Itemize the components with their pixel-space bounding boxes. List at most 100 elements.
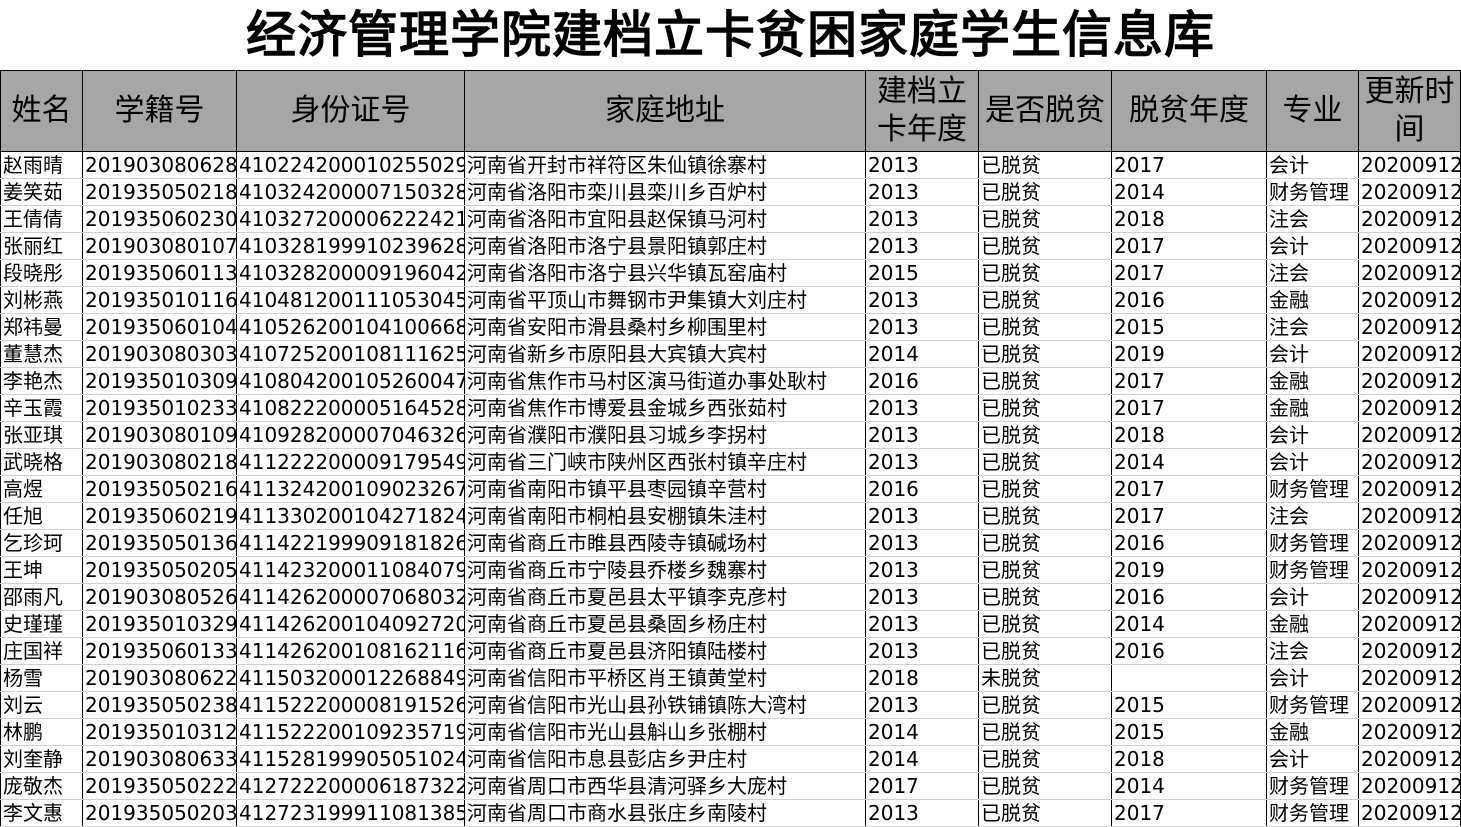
- cell-major[interactable]: 财务管理: [1266, 772, 1359, 800]
- cell-name[interactable]: 邵雨凡: [0, 583, 83, 611]
- cell-name[interactable]: 庞敬杰: [0, 772, 83, 800]
- cell-address[interactable]: 河南省洛阳市洛宁县兴华镇瓦窑庙村: [464, 259, 866, 287]
- cell-major[interactable]: 会计: [1266, 664, 1359, 692]
- cell-exit-year[interactable]: 2014: [1111, 610, 1267, 638]
- cell-student-id[interactable]: 201935050222: [82, 772, 237, 800]
- cell-address[interactable]: 河南省商丘市夏邑县太平镇李克彦村: [464, 583, 866, 611]
- cell-name[interactable]: 林鹏: [0, 718, 83, 746]
- cell-poverty-status[interactable]: 已脱贫: [978, 475, 1112, 503]
- cell-id-number[interactable]: 411330200104271824: [236, 502, 465, 530]
- cell-file-year[interactable]: 2013: [865, 799, 979, 827]
- cell-poverty-status[interactable]: 已脱贫: [978, 286, 1112, 314]
- cell-exit-year[interactable]: 2018: [1111, 745, 1267, 773]
- cell-file-year[interactable]: 2013: [865, 205, 979, 233]
- cell-address[interactable]: 河南省焦作市马村区演马街道办事处耿村: [464, 367, 866, 395]
- cell-address[interactable]: 河南省平顶山市舞钢市尹集镇大刘庄村: [464, 286, 866, 314]
- cell-poverty-status[interactable]: 已脱贫: [978, 313, 1112, 341]
- cell-name[interactable]: 高煜: [0, 475, 83, 503]
- cell-file-year[interactable]: 2014: [865, 718, 979, 746]
- cell-name[interactable]: 郑祎曼: [0, 313, 83, 341]
- cell-name[interactable]: 李艳杰: [0, 367, 83, 395]
- cell-name[interactable]: 杨雪: [0, 664, 83, 692]
- cell-id-number[interactable]: 411426200104092720: [236, 610, 465, 638]
- cell-student-id[interactable]: 201935060133: [82, 637, 237, 665]
- cell-update-time[interactable]: 20200912: [1358, 313, 1461, 341]
- cell-name[interactable]: 刘云: [0, 691, 83, 719]
- cell-name[interactable]: 辛玉霞: [0, 394, 83, 422]
- cell-update-time[interactable]: 20200912: [1358, 394, 1461, 422]
- cell-name[interactable]: 李文惠: [0, 799, 83, 827]
- cell-address[interactable]: 河南省洛阳市洛宁县景阳镇郭庄村: [464, 232, 866, 260]
- cell-major[interactable]: 会计: [1266, 340, 1359, 368]
- header-cell-file-year[interactable]: 建档立卡年度: [865, 70, 979, 152]
- cell-poverty-status[interactable]: 已脱贫: [978, 367, 1112, 395]
- cell-address[interactable]: 河南省新乡市原阳县大宾镇大宾村: [464, 340, 866, 368]
- cell-address[interactable]: 河南省商丘市夏邑县济阳镇陆楼村: [464, 637, 866, 665]
- cell-id-number[interactable]: 410224200010255029: [236, 151, 465, 179]
- cell-exit-year[interactable]: 2015: [1111, 313, 1267, 341]
- cell-address[interactable]: 河南省周口市西华县清河驿乡大庞村: [464, 772, 866, 800]
- cell-update-time[interactable]: 20200912: [1358, 556, 1461, 584]
- cell-poverty-status[interactable]: 已脱贫: [978, 772, 1112, 800]
- cell-poverty-status[interactable]: 已脱贫: [978, 529, 1112, 557]
- cell-exit-year[interactable]: 2019: [1111, 340, 1267, 368]
- header-cell-poverty-status[interactable]: 是否脱贫: [978, 70, 1112, 152]
- header-cell-exit-year[interactable]: 脱贫年度: [1111, 70, 1267, 152]
- cell-student-id[interactable]: 201903080622: [82, 664, 237, 692]
- cell-name[interactable]: 刘彬燕: [0, 286, 83, 314]
- cell-address[interactable]: 河南省南阳市镇平县枣园镇辛营村: [464, 475, 866, 503]
- cell-name[interactable]: 乞珍珂: [0, 529, 83, 557]
- cell-file-year[interactable]: 2013: [865, 448, 979, 476]
- cell-exit-year[interactable]: 2016: [1111, 529, 1267, 557]
- cell-student-id[interactable]: 201935050218: [82, 178, 237, 206]
- cell-address[interactable]: 河南省洛阳市栾川县栾川乡百炉村: [464, 178, 866, 206]
- cell-update-time[interactable]: 20200912: [1358, 637, 1461, 665]
- cell-update-time[interactable]: 20200912: [1358, 583, 1461, 611]
- cell-student-id[interactable]: 201903080218: [82, 448, 237, 476]
- cell-update-time[interactable]: 20200912: [1358, 502, 1461, 530]
- cell-address[interactable]: 河南省焦作市博爱县金城乡西张茹村: [464, 394, 866, 422]
- cell-update-time[interactable]: 20200912: [1358, 691, 1461, 719]
- cell-id-number[interactable]: 411522200109235719: [236, 718, 465, 746]
- cell-id-number[interactable]: 410324200007150328: [236, 178, 465, 206]
- cell-poverty-status[interactable]: 已脱贫: [978, 205, 1112, 233]
- cell-file-year[interactable]: 2013: [865, 637, 979, 665]
- cell-major[interactable]: 会计: [1266, 583, 1359, 611]
- cell-major[interactable]: 注会: [1266, 502, 1359, 530]
- cell-address[interactable]: 河南省信阳市息县彭店乡尹庄村: [464, 745, 866, 773]
- cell-student-id[interactable]: 201935050136: [82, 529, 237, 557]
- cell-file-year[interactable]: 2016: [865, 475, 979, 503]
- cell-exit-year[interactable]: 2017: [1111, 799, 1267, 827]
- cell-name[interactable]: 张丽红: [0, 232, 83, 260]
- cell-file-year[interactable]: 2014: [865, 340, 979, 368]
- cell-exit-year[interactable]: 2017: [1111, 151, 1267, 179]
- cell-file-year[interactable]: 2016: [865, 367, 979, 395]
- cell-address[interactable]: 河南省安阳市滑县桑村乡柳围里村: [464, 313, 866, 341]
- cell-update-time[interactable]: 20200912: [1358, 151, 1461, 179]
- cell-name[interactable]: 庄国祥: [0, 637, 83, 665]
- cell-id-number[interactable]: 411324200109023267: [236, 475, 465, 503]
- cell-poverty-status[interactable]: 未脱贫: [978, 664, 1112, 692]
- cell-poverty-status[interactable]: 已脱贫: [978, 556, 1112, 584]
- cell-address[interactable]: 河南省信阳市光山县斛山乡张棚村: [464, 718, 866, 746]
- cell-file-year[interactable]: 2013: [865, 151, 979, 179]
- cell-student-id[interactable]: 201903080628: [82, 151, 237, 179]
- cell-id-number[interactable]: 410327200006222421: [236, 205, 465, 233]
- cell-poverty-status[interactable]: 已脱贫: [978, 637, 1112, 665]
- cell-name[interactable]: 王倩倩: [0, 205, 83, 233]
- cell-major[interactable]: 注会: [1266, 637, 1359, 665]
- cell-name[interactable]: 王坤: [0, 556, 83, 584]
- cell-update-time[interactable]: 20200912: [1358, 232, 1461, 260]
- cell-id-number[interactable]: 411426200108162116: [236, 637, 465, 665]
- cell-exit-year[interactable]: 2017: [1111, 475, 1267, 503]
- cell-exit-year[interactable]: 2017: [1111, 367, 1267, 395]
- cell-exit-year[interactable]: 2018: [1111, 205, 1267, 233]
- cell-id-number[interactable]: 410822200005164528: [236, 394, 465, 422]
- cell-exit-year[interactable]: 2017: [1111, 394, 1267, 422]
- cell-student-id[interactable]: 201935050205: [82, 556, 237, 584]
- cell-major[interactable]: 会计: [1266, 232, 1359, 260]
- cell-major[interactable]: 财务管理: [1266, 529, 1359, 557]
- cell-poverty-status[interactable]: 已脱贫: [978, 502, 1112, 530]
- cell-major[interactable]: 注会: [1266, 259, 1359, 287]
- cell-name[interactable]: 赵雨晴: [0, 151, 83, 179]
